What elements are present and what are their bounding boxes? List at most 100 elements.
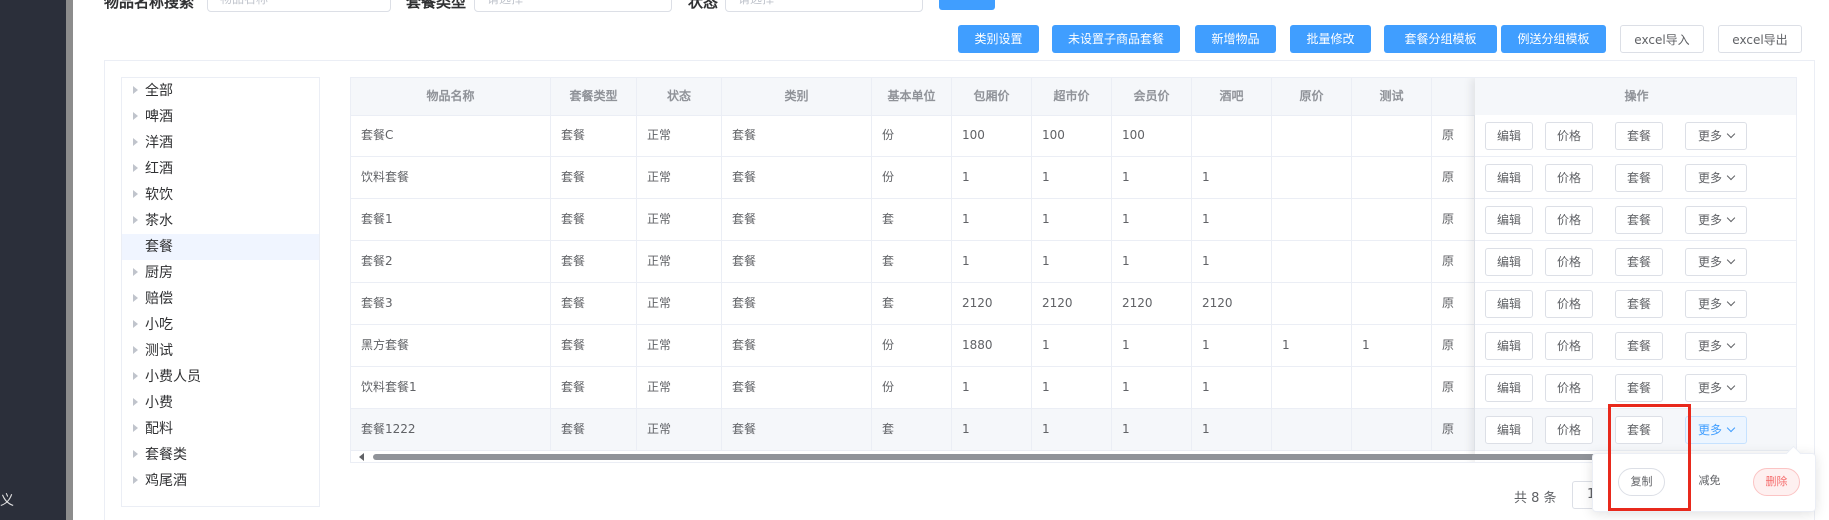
package-button[interactable]: 套餐	[1615, 374, 1663, 402]
package-button[interactable]: 套餐	[1615, 164, 1663, 192]
table-cell	[1352, 115, 1432, 156]
chevron-down-icon	[1726, 339, 1736, 349]
table-cell: 套餐	[722, 283, 872, 324]
edit-button[interactable]: 编辑	[1485, 416, 1533, 444]
tree-item-soft-drinks[interactable]: 软饮	[122, 182, 319, 208]
scroll-left-arrow-icon[interactable]	[359, 453, 364, 461]
tree-item-all[interactable]: 全部	[122, 78, 319, 104]
edit-button[interactable]: 编辑	[1485, 122, 1533, 150]
table-cell	[1272, 115, 1352, 156]
excel-import-button[interactable]: excel导入	[1620, 25, 1704, 53]
sidebar-text[interactable]: 义	[0, 490, 14, 510]
more-button[interactable]: 更多	[1685, 332, 1747, 360]
more-button[interactable]: 更多	[1685, 290, 1747, 318]
table-cell	[1352, 367, 1432, 408]
table-cell: 原	[1432, 283, 1475, 324]
table-cell: 套餐1222	[351, 409, 551, 450]
discount-button[interactable]: 减免	[1686, 468, 1733, 496]
package-type-select[interactable]: 请选择	[474, 0, 672, 12]
package-button[interactable]: 套餐	[1615, 332, 1663, 360]
scrollbar-thumb[interactable]	[373, 454, 1783, 460]
caret-right-icon	[133, 476, 138, 484]
edit-button[interactable]: 编辑	[1485, 164, 1533, 192]
caret-right-icon	[133, 190, 138, 198]
edit-button[interactable]: 编辑	[1485, 248, 1533, 276]
edit-button[interactable]: 编辑	[1485, 332, 1533, 360]
table-cell: 正常	[637, 199, 722, 240]
edit-button[interactable]: 编辑	[1485, 374, 1533, 402]
tree-item-package-type[interactable]: 套餐类	[122, 442, 319, 468]
delete-button[interactable]: 删除	[1753, 468, 1800, 496]
table-cell: 1	[952, 409, 1032, 450]
price-button[interactable]: 价格	[1545, 164, 1593, 192]
col-header-unit[interactable]: 基本单位	[872, 78, 952, 115]
price-button[interactable]: 价格	[1545, 332, 1593, 360]
col-header-room-price[interactable]: 包厢价	[952, 78, 1032, 115]
package-button[interactable]: 套餐	[1615, 248, 1663, 276]
add-item-button[interactable]: 新增物品	[1195, 25, 1276, 53]
package-button[interactable]: 套餐	[1615, 122, 1663, 150]
package-button[interactable]: 套餐	[1615, 290, 1663, 318]
more-button[interactable]: 更多	[1685, 416, 1747, 444]
price-button[interactable]: 价格	[1545, 122, 1593, 150]
price-button[interactable]: 价格	[1545, 416, 1593, 444]
col-header-bar[interactable]: 酒吧	[1192, 78, 1272, 115]
table-cell: 原	[1432, 199, 1475, 240]
package-button-label: 套餐	[1626, 381, 1651, 395]
table-cell: 饮料套餐	[351, 157, 551, 198]
more-button-label: 更多	[1697, 129, 1722, 143]
edit-button[interactable]: 编辑	[1485, 206, 1533, 234]
excel-export-button[interactable]: excel导出	[1718, 25, 1802, 53]
col-header-market-price[interactable]: 超市价	[1032, 78, 1112, 115]
package-button-label: 套餐	[1626, 213, 1651, 227]
edit-button[interactable]: 编辑	[1485, 290, 1533, 318]
category-settings-button[interactable]: 类别设置	[958, 25, 1039, 53]
table-cell	[1272, 157, 1352, 198]
price-button[interactable]: 价格	[1545, 248, 1593, 276]
actions-cell: 编辑 价格 套餐 更多	[1475, 283, 1796, 325]
table-cell: 1	[952, 241, 1032, 282]
more-button[interactable]: 更多	[1685, 206, 1747, 234]
tree-item-liquor[interactable]: 洋酒	[122, 130, 319, 156]
chevron-down-icon	[1726, 129, 1736, 139]
search-button[interactable]	[939, 0, 995, 10]
table-cell: 1	[1192, 157, 1272, 198]
gift-group-template-button[interactable]: 例送分组模板	[1501, 25, 1606, 53]
col-header-name[interactable]: 物品名称	[351, 78, 551, 115]
tree-item-test[interactable]: 测试	[122, 338, 319, 364]
horizontal-scrollbar[interactable]	[351, 452, 1796, 461]
tree-item-snacks[interactable]: 小吃	[122, 312, 319, 338]
unset-sub-items-button[interactable]: 未设置子商品套餐	[1052, 25, 1180, 53]
tree-item-beer[interactable]: 啤酒	[122, 104, 319, 130]
tree-item-compensation[interactable]: 赔偿	[122, 286, 319, 312]
name-search-label: 物品名称搜索	[104, 0, 195, 11]
tree-item-tea[interactable]: 茶水	[122, 208, 319, 234]
status-select[interactable]: 请选择	[725, 0, 923, 12]
more-button[interactable]: 更多	[1685, 374, 1747, 402]
tree-item-kitchen[interactable]: 厨房	[122, 260, 319, 286]
price-button[interactable]: 价格	[1545, 290, 1593, 318]
col-header-test[interactable]: 测试	[1352, 78, 1432, 115]
tree-item-ingredients[interactable]: 配料	[122, 416, 319, 442]
col-header-category[interactable]: 类别	[722, 78, 872, 115]
batch-edit-button[interactable]: 批量修改	[1290, 25, 1371, 53]
col-header-member-price[interactable]: 会员价	[1112, 78, 1192, 115]
more-button[interactable]: 更多	[1685, 122, 1747, 150]
table-cell: 原	[1432, 325, 1475, 366]
tree-item-package[interactable]: 套餐	[122, 234, 319, 260]
package-button[interactable]: 套餐	[1615, 206, 1663, 234]
price-button[interactable]: 价格	[1545, 206, 1593, 234]
col-header-status[interactable]: 状态	[637, 78, 722, 115]
more-button[interactable]: 更多	[1685, 164, 1747, 192]
tree-item-cocktail[interactable]: 鸡尾酒	[122, 468, 319, 494]
more-button[interactable]: 更多	[1685, 248, 1747, 276]
table-cell: 套餐	[722, 325, 872, 366]
tree-item-tip-staff[interactable]: 小费人员	[122, 364, 319, 390]
price-button[interactable]: 价格	[1545, 374, 1593, 402]
tree-item-red-wine[interactable]: 红酒	[122, 156, 319, 182]
name-search-input[interactable]: 物品名称	[207, 0, 391, 12]
col-header-original-price[interactable]: 原价	[1272, 78, 1352, 115]
package-group-template-button[interactable]: 套餐分组模板	[1384, 25, 1497, 53]
col-header-package-type[interactable]: 套餐类型	[551, 78, 637, 115]
tree-item-tips[interactable]: 小费	[122, 390, 319, 416]
